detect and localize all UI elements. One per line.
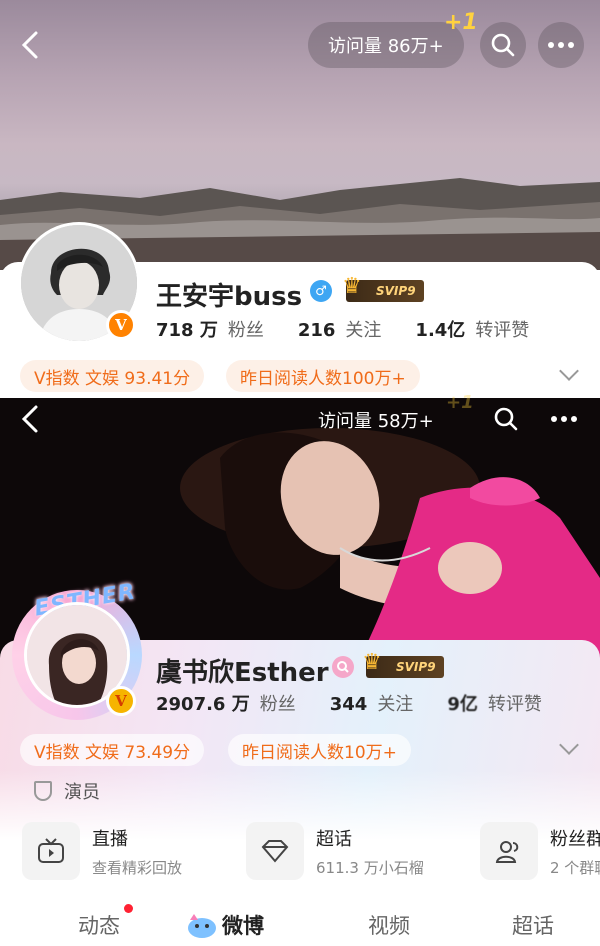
stat-interactions[interactable]: 9亿 转评赞 (447, 690, 542, 716)
search-icon (491, 33, 515, 57)
stat-number: 9亿 (447, 694, 478, 715)
stat-number: 1.4亿 (415, 320, 466, 341)
stat-label: 关注 (345, 320, 382, 341)
stat-label: 粉丝 (227, 320, 264, 341)
profile1-stats: 718 万 粉丝 216 关注 1.4亿 转评赞 (156, 316, 563, 342)
diamond-icon (246, 822, 304, 880)
read-count-tag[interactable]: 昨日阅读人数100万+ (226, 360, 420, 392)
v-index-tag[interactable]: V指数 文娱 93.41分 (20, 360, 205, 392)
visits-plus-one-2: +1 (446, 392, 474, 413)
stat-label: 转评赞 (487, 694, 542, 715)
stat-number: 344 (329, 694, 368, 715)
back-button[interactable] (12, 22, 48, 68)
stat-following[interactable]: 344 关注 (330, 690, 414, 716)
more-icon (548, 42, 574, 48)
entry-fan-group[interactable]: 粉丝群 2 个群聊 (480, 822, 600, 880)
role-label: 演员 (64, 782, 100, 803)
stat-number: 718 万 (156, 320, 218, 341)
entry-title: 粉丝群 (550, 828, 600, 850)
entry-subtitle: 查看精彩回放 (92, 858, 183, 877)
entry-live[interactable]: 直播 查看精彩回放 (22, 822, 182, 880)
tab-feed[interactable]: 动态 (78, 910, 120, 940)
role-row: 演员 (34, 778, 100, 804)
read-count-tag-2[interactable]: 昨日阅读人数10万+ (228, 734, 411, 766)
stat-number: 216 (297, 320, 336, 341)
stat-label: 转评赞 (475, 320, 530, 341)
visits-text: 访问量 86万+ (328, 36, 444, 57)
svip-label: SVIP9 (376, 284, 416, 298)
v-index-tag-2[interactable]: V指数 文娱 73.49分 (20, 734, 205, 766)
visits-text: 访问量 58万+ (318, 411, 434, 432)
shield-icon (34, 781, 52, 801)
profile2-stats: 2907.6 万 粉丝 344 关注 9亿 转评赞 (156, 690, 542, 716)
stat-following[interactable]: 216 关注 (298, 316, 382, 342)
stat-label: 关注 (377, 694, 414, 715)
stat-followers[interactable]: 2907.6 万 粉丝 (156, 690, 296, 716)
stat-label: 粉丝 (259, 694, 296, 715)
entry-subtitle: 611.3 万小石榴 (316, 858, 424, 877)
verified-v-icon: V (106, 310, 136, 340)
back-arrow-icon (21, 31, 38, 59)
search-icon (494, 407, 518, 431)
tab-video[interactable]: 视频 (368, 910, 410, 940)
back-arrow-icon (21, 405, 38, 433)
entry-title: 超话 (316, 828, 352, 850)
search-button-2[interactable] (486, 398, 526, 440)
entry-supertopic[interactable]: 超话 611.3 万小石榴 (246, 822, 424, 880)
gender-female-icon (332, 656, 354, 678)
more-icon (551, 416, 577, 422)
entry-subtitle: 2 个群聊 (550, 858, 600, 877)
stat-followers[interactable]: 718 万 粉丝 (156, 316, 264, 342)
visits-counter-2[interactable]: 访问量 58万+ (318, 400, 434, 440)
profile-tabs: 动态 微博 视频 超话 (0, 900, 600, 946)
weibo-mascot-icon (186, 912, 216, 938)
gender-male-icon: ♂ (310, 280, 332, 302)
svip-badge-2[interactable]: ♛ SVIP9 (362, 650, 444, 678)
svip-badge[interactable]: ♛ SVIP9 (342, 274, 424, 302)
verified-v-icon: V (106, 686, 136, 716)
page: 访问量 86万+ +1 V 王安宇buss ♂ ♛ SVIP9 718 万 粉丝… (0, 0, 600, 946)
profile2-name: 虞书欣Esther (156, 658, 329, 688)
tab-weibo[interactable]: 微博 (222, 910, 264, 940)
search-button[interactable] (480, 22, 526, 68)
group-icon (480, 822, 538, 880)
stat-interactions[interactable]: 1.4亿 转评赞 (415, 316, 529, 342)
search-small-icon (337, 661, 349, 673)
visits-plus-one: +1 (444, 10, 478, 35)
profile1-name: 王安宇buss (156, 282, 303, 312)
more-button-2[interactable] (544, 398, 584, 440)
crown-icon: ♛ (362, 650, 382, 675)
crown-icon: ♛ (342, 274, 362, 299)
tab-supertopic[interactable]: 超话 (512, 910, 554, 940)
back-button-2[interactable] (12, 398, 48, 440)
svip-label: SVIP9 (396, 660, 436, 674)
stat-number: 2907.6 万 (156, 694, 250, 715)
tv-icon (22, 822, 80, 880)
unread-dot (124, 904, 133, 913)
visits-counter[interactable]: 访问量 86万+ (308, 22, 464, 68)
more-button[interactable] (538, 22, 584, 68)
entry-title: 直播 (92, 828, 128, 850)
